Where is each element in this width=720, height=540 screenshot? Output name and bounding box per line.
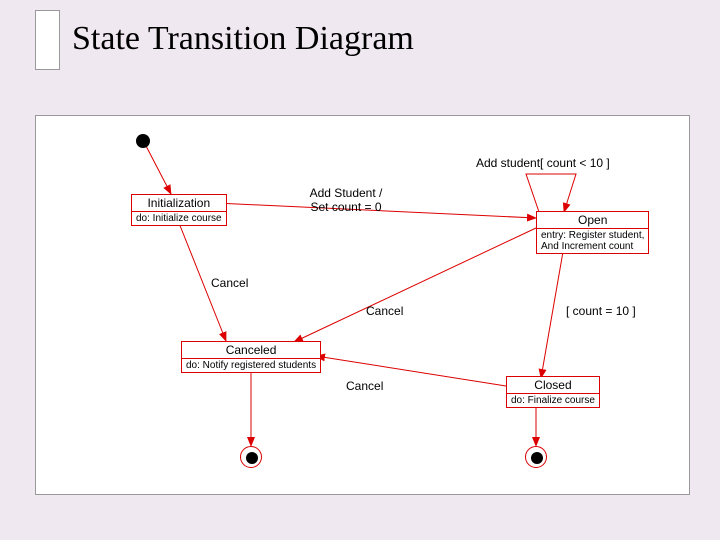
state-detail: do: Finalize course	[506, 394, 600, 408]
state-name: Canceled	[181, 341, 321, 359]
state-name: Closed	[506, 376, 600, 394]
initial-state-dot	[136, 134, 150, 148]
state-name: Initialization	[131, 194, 227, 212]
transition-label-count-10: [ count = 10 ]	[566, 304, 636, 318]
transition-label-cancel-1: Cancel	[211, 276, 248, 290]
page-title: State Transition Diagram	[72, 20, 414, 58]
state-canceled: Canceled do: Notify registered students	[181, 341, 321, 373]
state-open: Open entry: Register student, And Increm…	[536, 211, 649, 254]
transition-label-add-student-guard: Add student[ count < 10 ]	[476, 156, 610, 170]
transition-label-cancel-2: Cancel	[366, 304, 403, 318]
state-initialization: Initialization do: Initialize course	[131, 194, 227, 226]
state-closed: Closed do: Finalize course	[506, 376, 600, 408]
state-detail: entry: Register student, And Increment c…	[536, 229, 649, 254]
diagram-canvas: Initialization do: Initialize course Add…	[35, 115, 690, 495]
final-dot-icon	[246, 452, 258, 464]
slide-notch	[35, 10, 60, 70]
state-detail: do: Initialize course	[131, 212, 227, 226]
state-name: Open	[536, 211, 649, 229]
state-detail: do: Notify registered students	[181, 359, 321, 373]
final-dot-icon	[531, 452, 543, 464]
final-state-1	[240, 446, 262, 468]
open-detail-line1: entry: Register student,	[541, 230, 644, 241]
transition-label-add-student: Add Student / Set count = 0	[291, 186, 401, 214]
final-state-2	[525, 446, 547, 468]
open-detail-line2: And Increment count	[541, 241, 644, 252]
transition-label-cancel-3: Cancel	[346, 379, 383, 393]
